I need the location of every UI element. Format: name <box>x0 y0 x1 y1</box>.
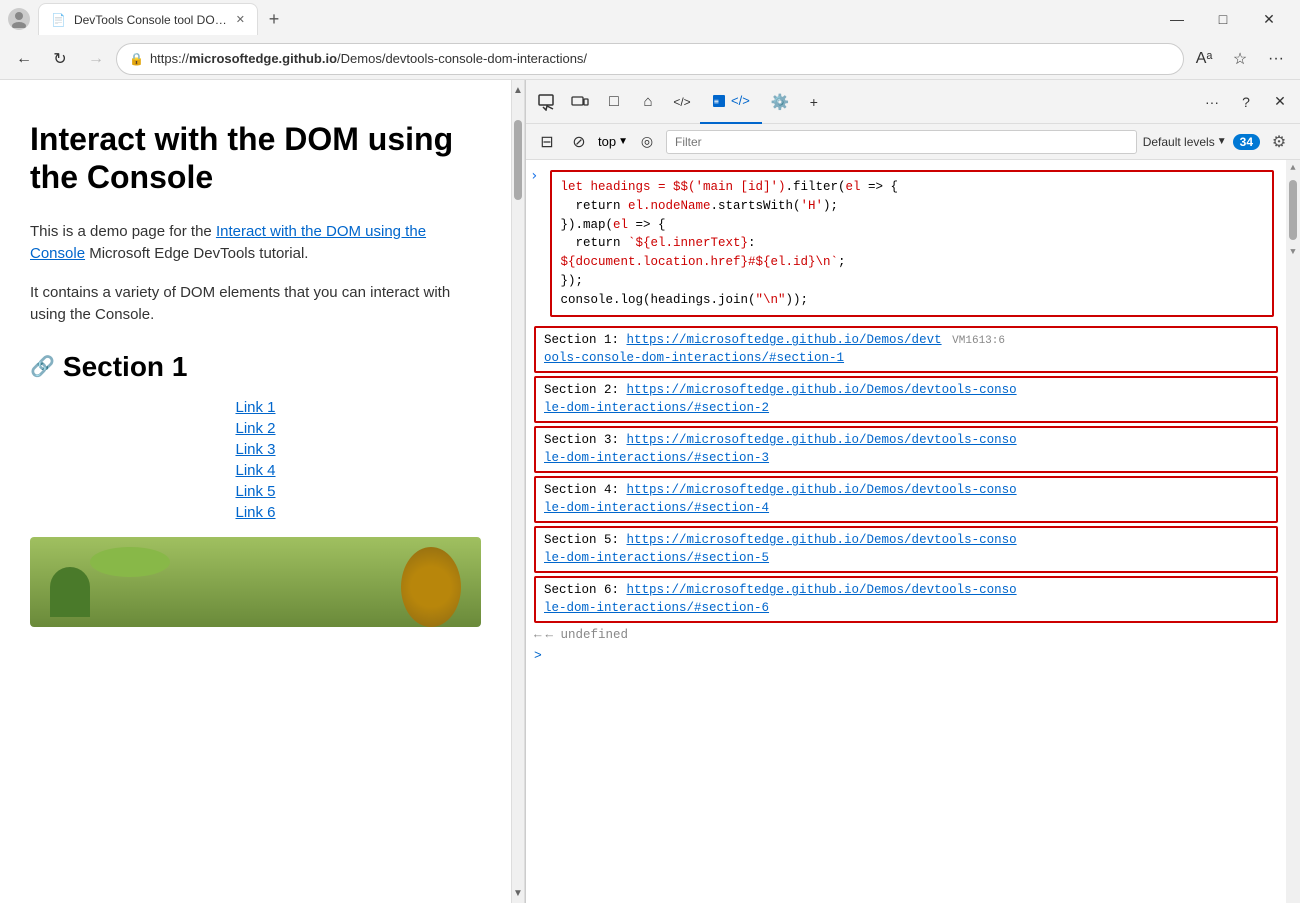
devtools-panel: □ ⌂ </> ≡ </> ⚙️ + ··· ? ✕ ⊟ ⊘ top <box>525 80 1300 903</box>
favorites-icon[interactable]: ☆ <box>1224 43 1256 75</box>
console-scroll-up[interactable]: ▲ <box>1286 160 1300 176</box>
output-section-4: Section 4: https://microsoftedge.github.… <box>534 476 1278 523</box>
undefined-entry: ← ← undefined <box>526 626 1286 644</box>
output-link-1b[interactable]: ools-console-dom-interactions/#section-1 <box>544 351 844 365</box>
lock-icon: 🔒 <box>129 52 144 66</box>
performance-tab[interactable]: ⚙️ <box>764 86 796 118</box>
tab-title: DevTools Console tool DOM inte <box>74 13 228 27</box>
console-scrollbar[interactable]: ▲ ▼ <box>1286 160 1300 903</box>
output-link-5b[interactable]: le-dom-interactions/#section-5 <box>544 551 769 565</box>
log-levels-selector[interactable]: Default levels ▼ <box>1143 135 1227 149</box>
console-sidebar-toggle[interactable]: ⊟ <box>534 129 560 155</box>
console-scroll-down[interactable]: ▼ <box>1286 244 1300 260</box>
address-bar[interactable]: 🔒 https://microsoftedge.github.io/Demos/… <box>116 43 1184 75</box>
prompt-icon: > <box>534 648 542 663</box>
maximize-button[interactable]: □ <box>1200 3 1246 35</box>
output-link-1[interactable]: https://microsoftedge.github.io/Demos/de… <box>627 333 942 347</box>
output-link-3b[interactable]: le-dom-interactions/#section-3 <box>544 451 769 465</box>
output-section-5: Section 5: https://microsoftedge.github.… <box>534 526 1278 573</box>
output-link-6b[interactable]: le-dom-interactions/#section-6 <box>544 601 769 615</box>
output-link-6[interactable]: https://microsoftedge.github.io/Demos/de… <box>627 583 1017 597</box>
device-emulation-button[interactable] <box>564 86 596 118</box>
left-arrow-icon: ← <box>534 628 542 642</box>
scrollbar-up-arrow[interactable]: ▲ <box>512 80 524 100</box>
svg-text:≡: ≡ <box>714 97 719 106</box>
tab-close-icon[interactable]: ✕ <box>236 13 245 26</box>
navigation-bar: ← ↻ → 🔒 https://microsoftedge.github.io/… <box>0 38 1300 80</box>
page-scrollbar[interactable]: ▲ ▼ <box>511 80 525 903</box>
scrollbar-track[interactable] <box>512 100 524 883</box>
section1-heading: 🔗 Section 1 <box>30 351 481 383</box>
console-settings-icon[interactable]: ⚙ <box>1266 129 1292 155</box>
section-link-1[interactable]: Link 1 <box>235 399 275 416</box>
more-options-icon[interactable]: ··· <box>1260 43 1292 75</box>
console-tab[interactable]: ≡ </> <box>700 80 762 124</box>
elements-tab[interactable]: □ <box>598 86 630 118</box>
console-toolbar: ⊟ ⊘ top ▼ ◎ Default levels ▼ 34 ⚙ <box>526 124 1300 160</box>
console-scroll-track[interactable] <box>1286 180 1300 240</box>
more-tools-button[interactable]: + <box>798 86 830 118</box>
inspect-element-button[interactable] <box>530 86 562 118</box>
devtools-help-button[interactable]: ? <box>1230 86 1262 118</box>
devtools-close-button[interactable]: ✕ <box>1264 86 1296 118</box>
levels-label: Default levels <box>1143 135 1215 149</box>
refresh-button[interactable]: ↻ <box>44 43 76 75</box>
sources-tab[interactable]: </> <box>666 86 698 118</box>
section-links: Link 1 Link 2 Link 3 Link 4 Link 5 Link … <box>30 399 481 521</box>
forward-button: → <box>80 43 112 75</box>
content-area: Interact with the DOM using the Console … <box>0 80 1300 903</box>
output-link-4b[interactable]: le-dom-interactions/#section-4 <box>544 501 769 515</box>
description-paragraph: It contains a variety of DOM elements th… <box>30 282 481 327</box>
tab-page-icon: 📄 <box>51 13 66 27</box>
section-link-3[interactable]: Link 3 <box>235 441 275 458</box>
scrollbar-thumb[interactable] <box>514 120 522 200</box>
levels-arrow-icon: ▼ <box>1217 136 1227 147</box>
output-link-2[interactable]: https://microsoftedge.github.io/Demos/de… <box>627 383 1017 397</box>
console-scroll-thumb[interactable] <box>1289 180 1297 240</box>
close-button[interactable]: ✕ <box>1246 3 1292 35</box>
page-content: Interact with the DOM using the Console … <box>0 80 511 903</box>
console-inner: › let headings = $$('main [id]').filter(… <box>526 160 1286 903</box>
active-tab[interactable]: 📄 DevTools Console tool DOM inte ✕ <box>38 3 258 35</box>
console-output: › let headings = $$('main [id]').filter(… <box>526 160 1300 903</box>
output-link-4[interactable]: https://microsoftedge.github.io/Demos/de… <box>627 483 1017 497</box>
page-title: Interact with the DOM using the Console <box>30 120 481 197</box>
section-link-6[interactable]: Link 6 <box>235 504 275 521</box>
top-frame-selector[interactable]: top ▼ <box>598 134 628 149</box>
eye-button[interactable]: ◎ <box>634 129 660 155</box>
console-filter-input[interactable] <box>666 130 1137 154</box>
message-count-badge: 34 <box>1233 134 1260 150</box>
dropdown-arrow-icon: ▼ <box>618 136 628 147</box>
output-link-2b[interactable]: le-dom-interactions/#section-2 <box>544 401 769 415</box>
output-section-1: Section 1: https://microsoftedge.github.… <box>534 326 1278 373</box>
browser-window: 📄 DevTools Console tool DOM inte ✕ + — □… <box>0 0 1300 903</box>
minimize-button[interactable]: — <box>1154 3 1200 35</box>
read-aloud-icon[interactable]: Aᵃ <box>1188 43 1220 75</box>
new-tab-button[interactable]: + <box>258 3 290 35</box>
output-link-5[interactable]: https://microsoftedge.github.io/Demos/de… <box>627 533 1017 547</box>
output-section-6: Section 6: https://microsoftedge.github.… <box>534 576 1278 623</box>
code-input-entry: › let headings = $$('main [id]').filter(… <box>526 164 1286 323</box>
devtools-toolbar: □ ⌂ </> ≡ </> ⚙️ + ··· ? ✕ <box>526 80 1300 124</box>
console-prompt[interactable]: > <box>526 644 1286 667</box>
section-link-2[interactable]: Link 2 <box>235 420 275 437</box>
input-arrow-icon: › <box>530 168 538 184</box>
address-text: https://microsoftedge.github.io/Demos/de… <box>150 51 1171 66</box>
intro-paragraph: This is a demo page for the Interact wit… <box>30 221 481 266</box>
devtools-more-button[interactable]: ··· <box>1196 86 1228 118</box>
home-tab[interactable]: ⌂ <box>632 86 664 118</box>
anchor-icon: 🔗 <box>30 354 55 379</box>
profile-icon[interactable] <box>8 8 30 30</box>
code-block: let headings = $$('main [id]').filter(el… <box>550 170 1274 317</box>
scrollbar-down-arrow[interactable]: ▼ <box>512 883 524 903</box>
output-section-3: Section 3: https://microsoftedge.github.… <box>534 426 1278 473</box>
output-link-3[interactable]: https://microsoftedge.github.io/Demos/de… <box>627 433 1017 447</box>
section-link-4[interactable]: Link 4 <box>235 462 275 479</box>
section-link-5[interactable]: Link 5 <box>235 483 275 500</box>
clear-console-button[interactable]: ⊘ <box>566 129 592 155</box>
output-section-2: Section 2: https://microsoftedge.github.… <box>534 376 1278 423</box>
back-button[interactable]: ← <box>8 43 40 75</box>
